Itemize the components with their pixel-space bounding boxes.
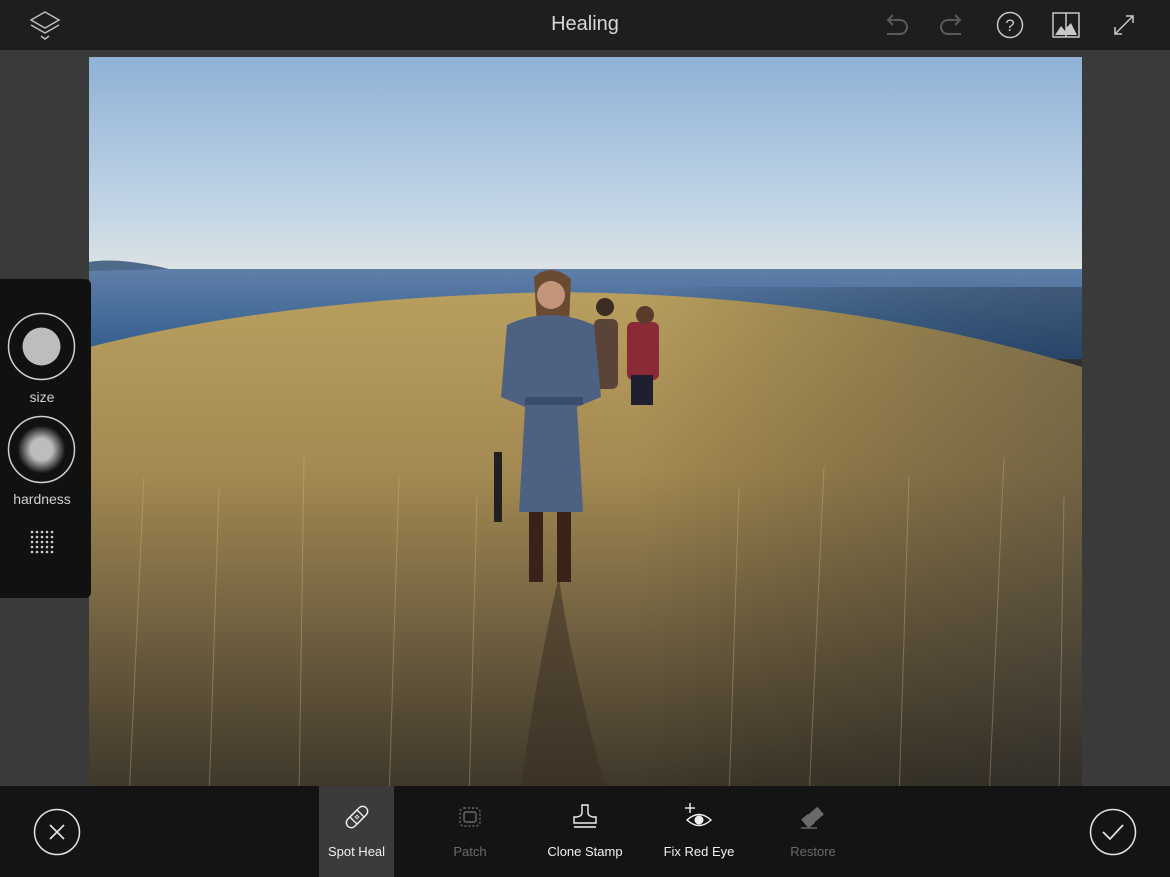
brush-hardness-label: hardness (13, 491, 71, 507)
photo-canvas[interactable] (89, 57, 1082, 800)
close-icon (33, 808, 81, 856)
tool-label: Restore (790, 844, 836, 859)
tool-label: Patch (453, 844, 487, 859)
red-eye-icon (683, 801, 715, 833)
tool-label: Clone Stamp (547, 844, 623, 859)
checkmark-icon (1089, 808, 1137, 856)
bandage-icon (341, 801, 373, 833)
fullscreen-icon[interactable] (1107, 8, 1141, 42)
bottom-toolbar: Spot Heal Patch Clone Stamp Fix Red Eye … (0, 786, 1170, 877)
tool-fix-red-eye[interactable]: Fix Red Eye (654, 786, 744, 877)
stamp-icon (569, 801, 601, 833)
confirm-button[interactable] (1089, 808, 1137, 856)
redo-icon[interactable] (935, 8, 969, 42)
undo-icon[interactable] (879, 8, 913, 42)
help-icon[interactable]: ? (993, 8, 1027, 42)
tool-clone-stamp[interactable]: Clone Stamp (540, 786, 630, 877)
brush-hardness-button[interactable] (7, 415, 76, 484)
eraser-icon (797, 801, 829, 833)
tool-label: Spot Heal (327, 844, 386, 859)
tool-restore[interactable]: Restore (768, 786, 858, 877)
brush-size-button[interactable] (7, 312, 76, 381)
top-bar: Healing ? (0, 0, 1170, 50)
brush-settings-panel: size hardness (0, 279, 91, 598)
cancel-button[interactable] (33, 808, 81, 856)
tool-spot-heal[interactable]: Spot Heal (319, 786, 394, 877)
svg-text:?: ? (1005, 16, 1014, 35)
compare-icon[interactable] (1049, 8, 1083, 42)
brush-size-label: size (29, 389, 55, 405)
tool-label: Fix Red Eye (663, 844, 735, 859)
dot-grid-icon[interactable] (27, 527, 57, 557)
tool-patch[interactable]: Patch (425, 786, 515, 877)
patch-icon (454, 801, 486, 833)
